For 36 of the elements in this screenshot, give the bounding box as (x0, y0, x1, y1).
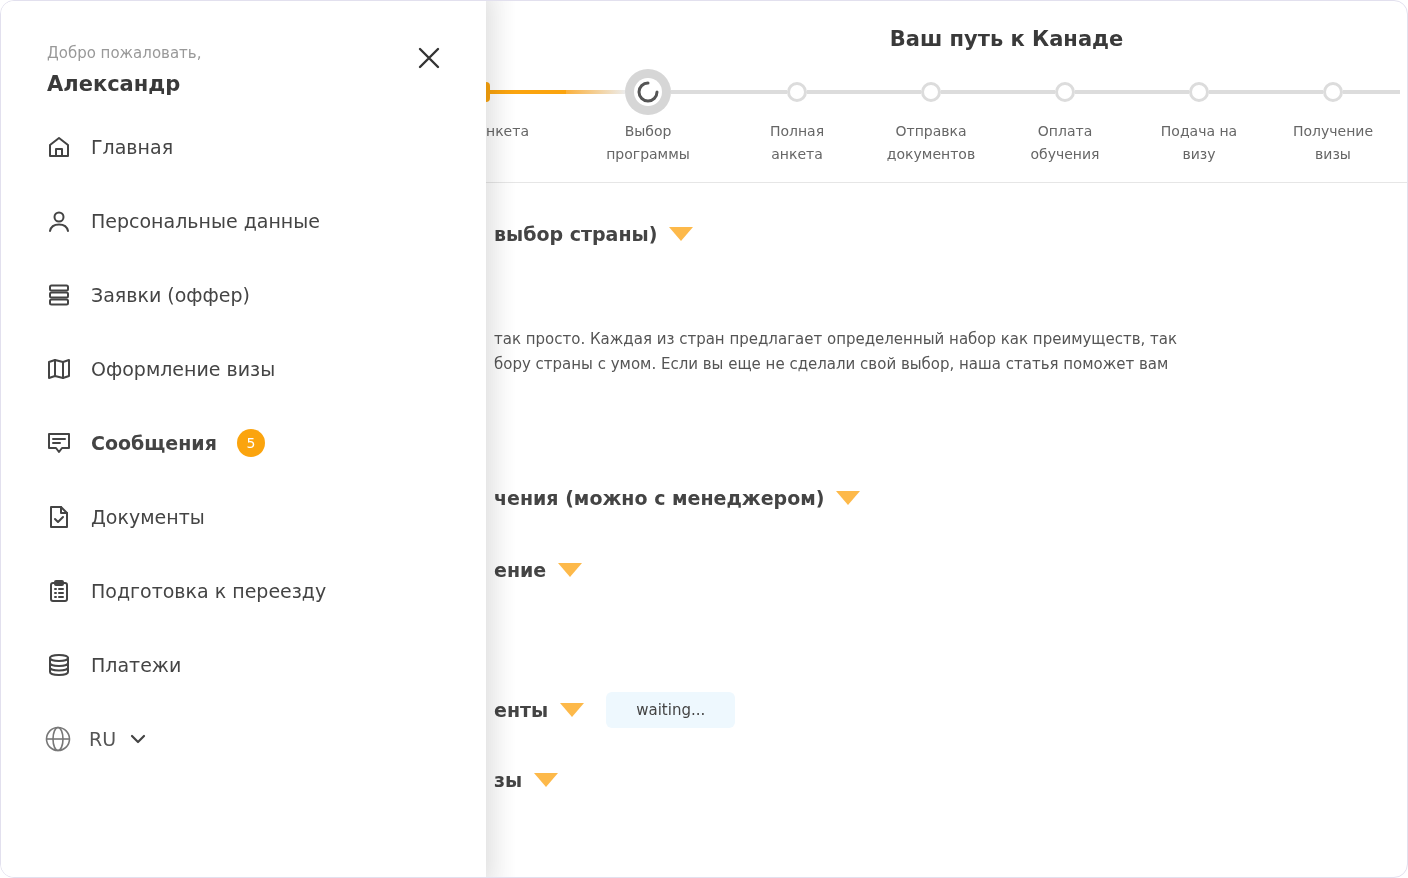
chevron-down-icon[interactable] (130, 734, 147, 744)
expand-triangle-icon[interactable] (560, 703, 585, 717)
section-heading[interactable]: енты (494, 699, 549, 721)
section-heading[interactable]: выбор страны) (494, 223, 658, 245)
expand-triangle-icon[interactable] (558, 563, 583, 577)
unread-count-badge: 5 (236, 429, 265, 457)
menu-item[interactable]: Документы (91, 506, 205, 528)
greeting-text: Добро пожаловать, (47, 44, 202, 62)
expand-triangle-icon[interactable] (534, 773, 559, 787)
step-label: Полная анкета (768, 122, 826, 164)
step-label: Отправка документов (885, 122, 977, 164)
status-badge: waiting... (606, 692, 736, 728)
globe-icon (45, 726, 71, 752)
step-label: нкета (486, 122, 529, 141)
step-label: Оплата обучения (1029, 122, 1101, 164)
section-text: бору страны с умом. Если вы еще не сделали свой выбор, наша статья поможет вам (494, 354, 1170, 375)
section-text: так просто. Каждая из стран предлагает определенный набор как преимуществ, так (494, 329, 1179, 350)
menu-item[interactable]: Подготовка к переезду (91, 580, 327, 602)
step-label: Подача на визу (1159, 122, 1239, 164)
expand-triangle-icon[interactable] (836, 491, 861, 505)
step-label: Получение визы (1291, 122, 1375, 164)
menu-item[interactable]: Платежи (91, 654, 182, 676)
menu-item[interactable]: Оформление визы (91, 358, 276, 380)
section-heading[interactable]: зы (494, 769, 523, 791)
expand-triangle-icon[interactable] (669, 227, 694, 241)
menu-item[interactable]: Персональные данные (91, 210, 320, 232)
user-name: Александр (47, 72, 182, 96)
menu-item[interactable]: Сообщения (91, 432, 217, 454)
menu-item[interactable]: Заявки (оффер) (91, 284, 250, 306)
close-icon[interactable] (418, 47, 440, 69)
section-heading[interactable]: ение (494, 559, 547, 581)
section-heading[interactable]: чения (можно с менеджером) (494, 487, 825, 509)
menu-item[interactable]: Главная (91, 136, 174, 158)
language-selector[interactable]: RU (89, 728, 117, 750)
step-label: Выбор программы (605, 122, 691, 164)
journey-title: Ваш путь к Канаде (888, 27, 1125, 51)
